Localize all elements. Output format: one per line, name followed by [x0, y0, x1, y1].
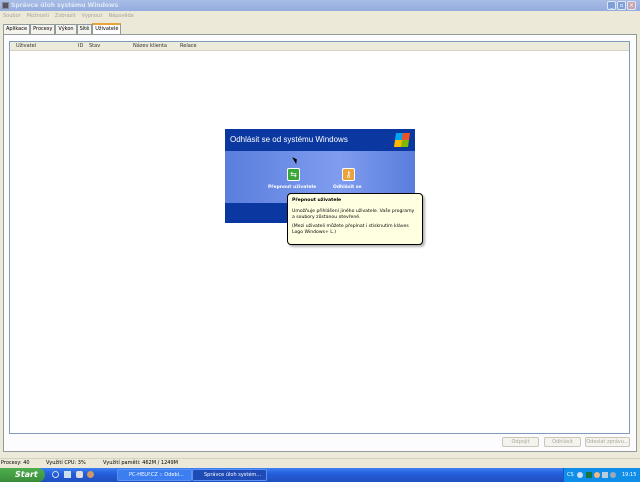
switch-user-label[interactable]: Přepnout uživatele — [268, 185, 316, 190]
tooltip-hint: (Mezi uživateli můžete přepínat i stiskn… — [292, 224, 409, 235]
status-bar: Procesy: 40 Využití CPU: 3% Využití pamě… — [0, 458, 640, 468]
dialog-title: Odhlásit se od systému Windows — [230, 135, 348, 144]
logoff-button[interactable]: Odhlásit — [544, 437, 581, 447]
windows-logo-icon — [394, 133, 410, 147]
status-processes: Procesy: 40 — [1, 460, 30, 466]
maximize-button[interactable]: ▫ — [617, 1, 626, 10]
tray-app-icon[interactable] — [586, 472, 592, 478]
close-button[interactable]: × — [627, 1, 636, 10]
status-memory: Využití paměti: 462M / 1249M — [103, 460, 178, 466]
menu-bar: Soubor Možnosti Zobrazit Vypnout Nápověda — [0, 11, 640, 21]
list-header: Uživatel ID Stav Název klienta Relace — [10, 42, 629, 51]
status-cpu: Využití CPU: 3% — [46, 460, 86, 466]
column-user[interactable]: Uživatel — [16, 42, 36, 51]
column-id[interactable]: ID — [78, 42, 83, 51]
tab-strip: Aplikace Procesy Výkon Sítě Uživatelé — [3, 23, 122, 34]
menu-view[interactable]: Zobrazit — [55, 13, 76, 19]
tooltip-title: Přepnout uživatele — [292, 198, 342, 203]
menu-shutdown[interactable]: Vypnout — [82, 13, 103, 19]
tray-update-icon[interactable] — [610, 472, 616, 478]
minimize-button[interactable]: _ — [607, 1, 616, 10]
title-bar: Správce úloh systému Windows — [0, 0, 640, 11]
tab-processes[interactable]: Procesy — [30, 24, 56, 34]
system-tray: CS 19:15 — [563, 468, 640, 482]
quicklaunch-app-icon[interactable] — [87, 471, 94, 478]
tooltip: Přepnout uživatele Umožňuje přihlášení j… — [287, 193, 423, 245]
tooltip-text: Umožňuje přihlášení jiného uživatele. Va… — [292, 209, 415, 220]
language-indicator[interactable]: CS — [567, 468, 574, 482]
taskbar-item-task-manager[interactable]: Správce úloh systém... — [192, 469, 267, 481]
tray-network-icon[interactable] — [577, 472, 583, 478]
clock[interactable]: 19:15 — [622, 468, 636, 482]
tab-performance[interactable]: Výkon — [55, 24, 77, 34]
dialog-header: Odhlásit se od systému Windows — [225, 129, 415, 151]
column-session[interactable]: Relace — [180, 42, 197, 51]
media-icon[interactable] — [76, 471, 83, 478]
menu-help[interactable]: Nápověda — [108, 13, 133, 19]
tray-antivirus-icon[interactable] — [594, 472, 600, 478]
column-status[interactable]: Stav — [89, 42, 100, 51]
ie-icon[interactable] — [52, 471, 59, 478]
window-title: Správce úloh systému Windows — [11, 2, 119, 9]
menu-options[interactable]: Možnosti — [27, 13, 49, 19]
send-message-button[interactable]: Odeslat zprávu... — [585, 437, 630, 447]
logoff-label[interactable]: Odhlásit se — [333, 185, 362, 190]
start-label: Start — [15, 470, 38, 479]
tab-networking[interactable]: Sítě — [76, 24, 93, 34]
task-manager-icon — [2, 2, 9, 9]
tray-connection-icon[interactable] — [602, 472, 608, 478]
logoff-key-icon[interactable]: ⚷ — [342, 168, 355, 181]
desktop-icon[interactable] — [64, 471, 71, 478]
taskbar: Start PC-HELP.CZ :: Odebí... Správce úlo… — [0, 468, 640, 482]
disconnect-button[interactable]: Odpojit — [502, 437, 539, 447]
tab-users[interactable]: Uživatelé — [92, 23, 122, 34]
column-client-name[interactable]: Název klienta — [133, 42, 167, 51]
menu-file[interactable]: Soubor — [3, 13, 21, 19]
taskbar-item-browser[interactable]: PC-HELP.CZ :: Odebí... — [117, 469, 192, 481]
start-button[interactable]: Start — [0, 468, 45, 482]
switch-user-icon[interactable]: ⇆ — [287, 168, 300, 181]
tab-applications[interactable]: Aplikace — [3, 24, 31, 34]
